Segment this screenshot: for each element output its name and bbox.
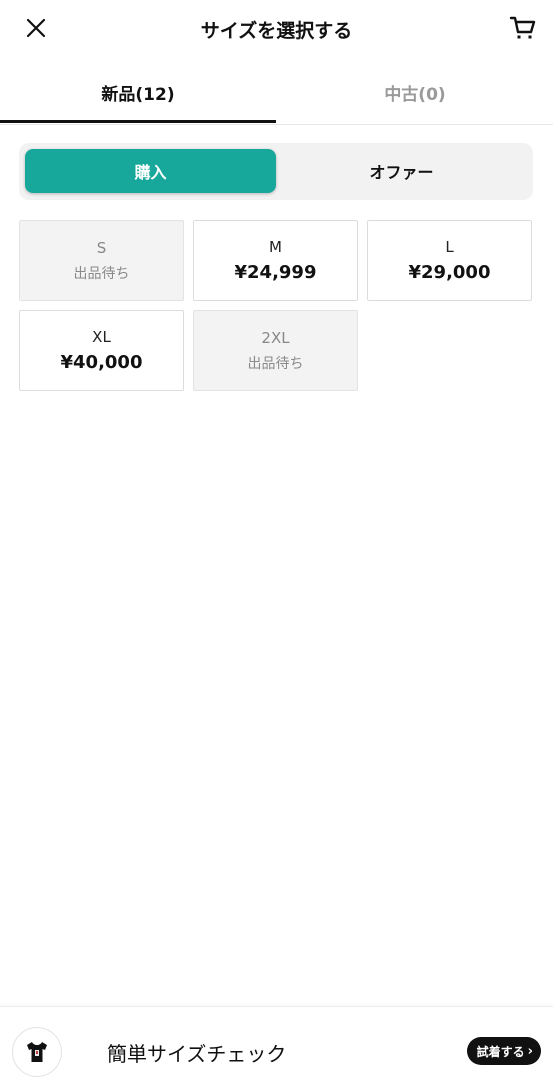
offer-button[interactable]: オファー <box>276 149 527 193</box>
size-price: ¥40,000 <box>60 352 143 373</box>
size-price: ¥24,999 <box>234 262 317 283</box>
size-option-l[interactable]: L ¥29,000 <box>367 220 532 301</box>
size-option-m[interactable]: M ¥24,999 <box>193 220 358 301</box>
size-price: ¥29,000 <box>408 262 491 283</box>
tshirt-icon <box>27 1042 47 1062</box>
product-thumbnail <box>12 1027 62 1077</box>
condition-tabs: 新品(12) 中古(0) <box>0 62 553 125</box>
size-option-2xl[interactable]: 2XL 出品待ち <box>193 310 358 391</box>
cart-button[interactable] <box>507 12 539 44</box>
purchase-type-toggle: 購入 オファー <box>19 143 533 200</box>
buy-button[interactable]: 購入 <box>25 149 276 193</box>
size-check-bar: 簡単サイズチェック 試着する › <box>0 1006 553 1081</box>
header: サイズを選択する <box>0 0 553 58</box>
size-label: 2XL <box>261 328 290 347</box>
cart-icon <box>509 16 536 39</box>
size-option-xl[interactable]: XL ¥40,000 <box>19 310 184 391</box>
size-option-s[interactable]: S 出品待ち <box>19 220 184 301</box>
size-status: 出品待ち <box>73 265 130 282</box>
size-label: S <box>96 238 107 257</box>
size-label: XL <box>92 328 111 346</box>
chevron-right-icon: › <box>527 1043 533 1059</box>
try-on-button[interactable]: 試着する › <box>466 1037 541 1065</box>
size-status: 出品待ち <box>247 355 304 372</box>
size-label: L <box>445 238 454 256</box>
size-check-label: 簡単サイズチェック <box>107 1042 287 1066</box>
size-label: M <box>269 238 282 256</box>
tab-used[interactable]: 中古(0) <box>277 62 553 122</box>
tab-new[interactable]: 新品(12) <box>0 62 276 123</box>
page-title: サイズを選択する <box>200 20 353 42</box>
try-on-label: 試着する <box>476 1044 525 1059</box>
